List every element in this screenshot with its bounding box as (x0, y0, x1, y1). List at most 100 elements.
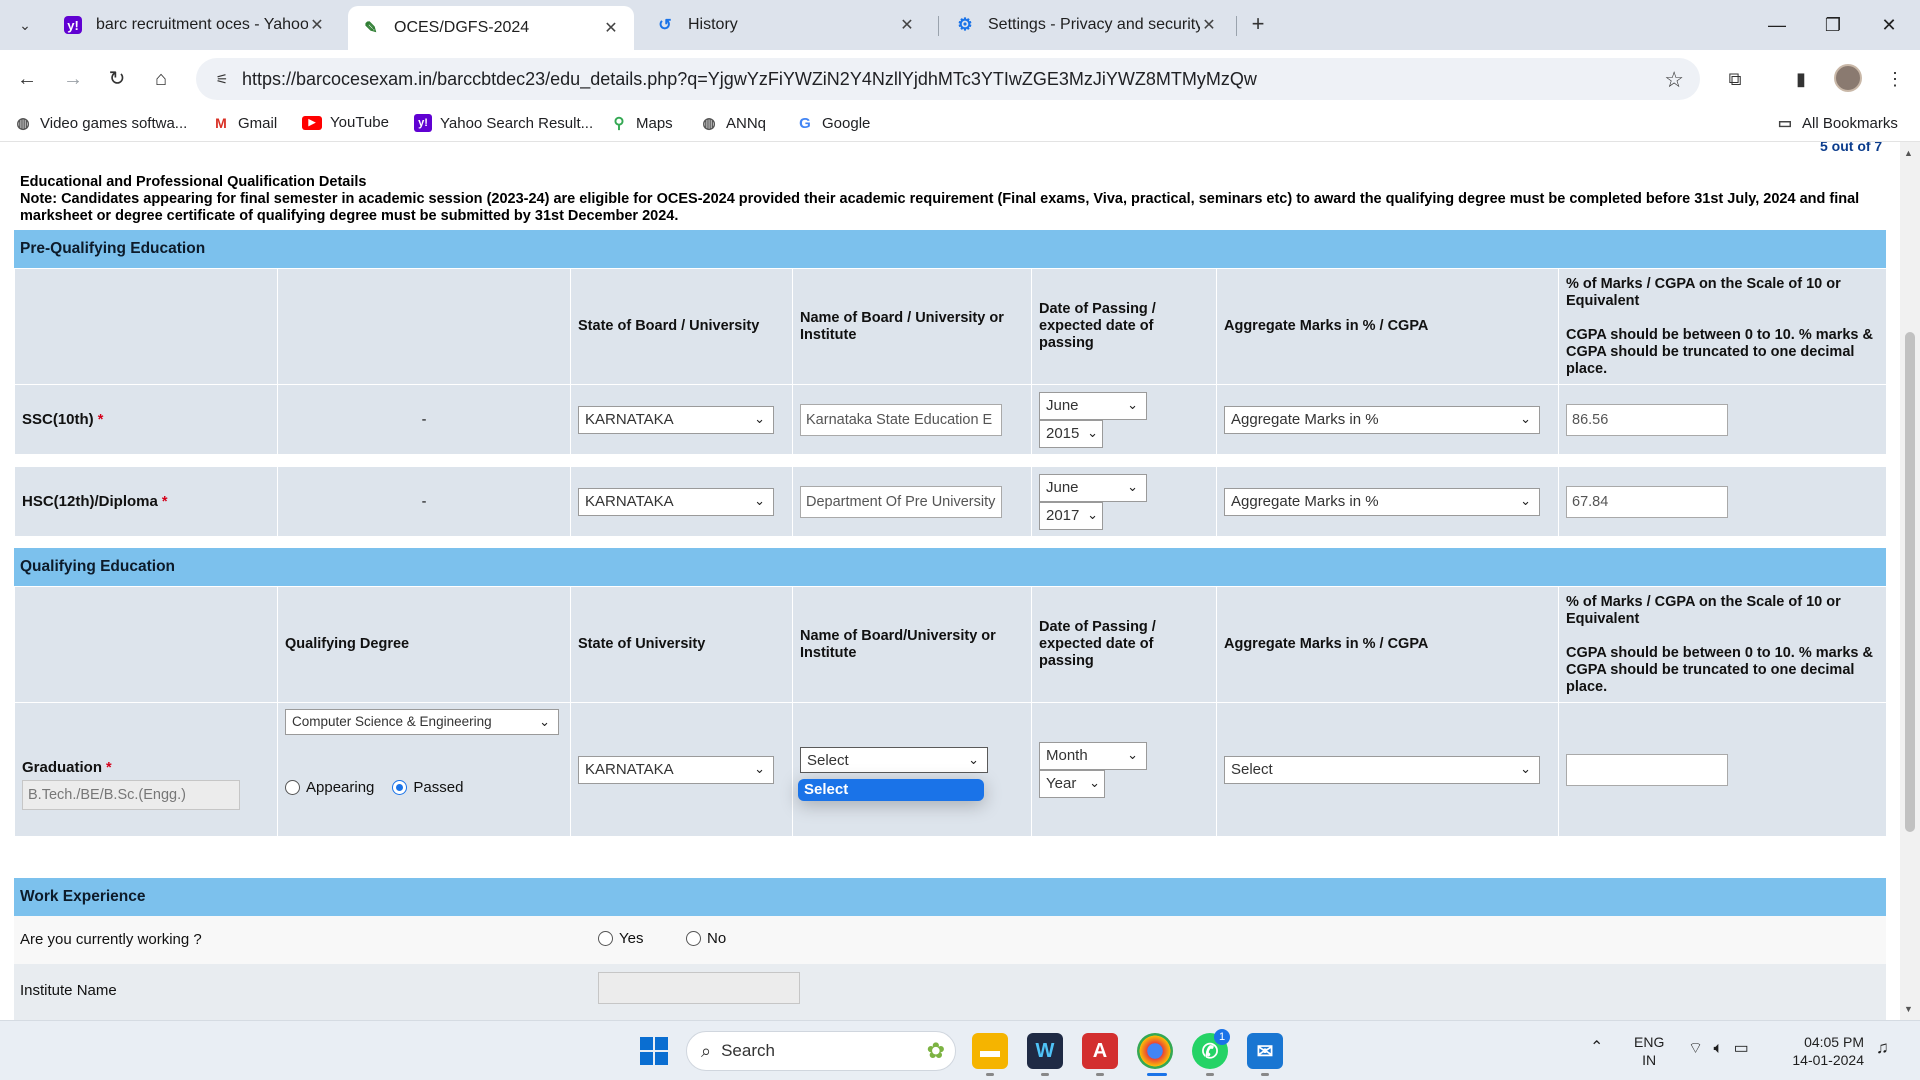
clock[interactable]: 04:05 PM 14-01-2024 (1786, 1033, 1864, 1069)
bookmark-item[interactable]: ▶ YouTube (302, 114, 389, 131)
hsc-board-cell: Department Of Pre University (792, 466, 1032, 537)
acrobat-app[interactable]: A (1082, 1033, 1118, 1069)
bookmark-item[interactable]: y! Yahoo Search Result... (414, 114, 593, 132)
hsc-aggregate-select[interactable]: Aggregate Marks in % ⌄ (1224, 487, 1540, 516)
scroll-up-icon[interactable]: ▲ (1904, 148, 1913, 158)
tab-settings[interactable]: ⚙ Settings - Privacy and security ✕ (942, 6, 1232, 44)
side-panel-button[interactable]: ▮ (1786, 64, 1816, 94)
graduation-marks-input[interactable] (1566, 753, 1728, 786)
address-bar[interactable]: ⚟ https://barcocesexam.in/barccbtdec23/e… (196, 58, 1700, 100)
dropdown-option-select[interactable]: Select (798, 779, 984, 801)
university-name-cell: Select ⌄ (792, 702, 1032, 837)
ssc-marks-input[interactable]: 86.56 (1566, 403, 1728, 436)
show-hidden-icons[interactable]: ⌃ (1590, 1039, 1603, 1057)
hsc-month-select[interactable]: June ⌄ (1039, 473, 1147, 502)
forward-button[interactable]: → (58, 64, 88, 94)
reload-button[interactable]: ↻ (102, 64, 132, 94)
university-state-select[interactable]: KARNATAKA ⌄ (578, 755, 774, 784)
volume-icon: 🔈︎ (1713, 1040, 1724, 1057)
tab-history[interactable]: ↺ History ✕ (642, 6, 930, 44)
new-tab-button[interactable]: + (1244, 11, 1272, 39)
tab-yahoo[interactable]: y! barc recruitment oces - Yahoo I ✕ (50, 6, 340, 44)
profile-avatar[interactable] (1834, 64, 1862, 92)
ssc-state-select[interactable]: KARNATAKA ⌄ (578, 405, 774, 434)
taskbar-search[interactable]: ⌕ Search ✿ (686, 1031, 956, 1071)
wps-app[interactable]: W (1027, 1033, 1063, 1069)
language-indicator[interactable]: ENG IN (1634, 1033, 1664, 1069)
mail-app[interactable]: ✉ (1247, 1033, 1283, 1069)
globe-icon: ◍ (702, 115, 716, 132)
ssc-aggregate-select[interactable]: Aggregate Marks in % ⌄ (1224, 405, 1540, 434)
site-info-icon[interactable]: ⚟ (212, 69, 232, 89)
bookmark-item[interactable]: M Gmail (212, 114, 277, 132)
menu-button[interactable]: ⋮ (1880, 64, 1910, 94)
minimize-button[interactable]: — (1762, 10, 1792, 40)
working-no-radio[interactable]: No (686, 930, 726, 947)
header-state: State of University (570, 586, 793, 703)
back-button[interactable]: ← (12, 64, 42, 94)
ssc-year-select[interactable]: 2015 ⌄ (1039, 419, 1103, 448)
hsc-year-select[interactable]: 2017 ⌄ (1039, 501, 1103, 530)
passed-radio[interactable]: Passed (392, 779, 463, 796)
appearing-radio[interactable]: Appearing (285, 779, 374, 796)
tab-oces[interactable]: ✎ OCES/DGFS-2024 ✕ (348, 6, 634, 50)
graduation-month-select[interactable]: Month ⌄ (1039, 741, 1147, 770)
tab-title: Settings - Privacy and security (988, 16, 1200, 33)
history-icon: ↺ (658, 17, 672, 34)
chevron-down-icon: ⌄ (1087, 506, 1098, 522)
hsc-state-select[interactable]: KARNATAKA ⌄ (578, 487, 774, 516)
tab-title: barc recruitment oces - Yahoo I (96, 16, 308, 33)
restore-button[interactable]: ❐ (1818, 10, 1848, 40)
bookmark-item[interactable]: ◍ ANNq (700, 114, 766, 133)
close-icon[interactable]: ✕ (1200, 15, 1218, 35)
bookmark-item[interactable]: ◍ Video games softwa... (14, 114, 187, 133)
ssc-month-select[interactable]: June ⌄ (1039, 391, 1147, 420)
notifications-button[interactable]: ♫ (1876, 1039, 1889, 1057)
working-yes-radio[interactable]: Yes (598, 930, 643, 947)
ssc-board-input[interactable]: Karnataka State Education E (800, 403, 1002, 436)
eligibility-note: Note: Candidates appearing for final sem… (20, 191, 1860, 224)
close-window-button[interactable]: ✕ (1874, 10, 1904, 40)
system-tray-icons[interactable]: ⌔ 🔈︎ ▭ (1688, 1040, 1749, 1058)
hsc-board-input[interactable]: Department Of Pre University (800, 485, 1002, 518)
scrollbar-thumb[interactable] (1905, 332, 1915, 832)
page-title: Educational and Professional Qualificati… (20, 174, 367, 190)
close-icon[interactable]: ✕ (308, 15, 326, 35)
header-board-name: Name of Board / University or Institute (792, 268, 1032, 385)
tab-search-button[interactable]: ⌄ (12, 12, 38, 38)
app-indicator (1041, 1073, 1049, 1076)
url-text[interactable]: https://barcocesexam.in/barccbtdec23/edu… (242, 69, 1257, 90)
radio-label: Yes (619, 930, 644, 947)
app-indicator (1261, 1073, 1269, 1076)
graduation-aggregate-select[interactable]: Select ⌄ (1224, 755, 1540, 784)
graduation-year-select[interactable]: Year ⌄ (1039, 769, 1105, 798)
hsc-degree: - (277, 466, 571, 537)
header-marks-scale: % of Marks / CGPA on the Scale of 10 or … (1566, 275, 1841, 309)
header-marks: % of Marks / CGPA on the Scale of 10 or … (1558, 586, 1887, 703)
home-button[interactable]: ⌂ (146, 64, 176, 94)
branch-select[interactable]: Computer Science & Engineering ⌄ (285, 709, 559, 735)
header-empty (277, 268, 571, 385)
file-explorer-app[interactable]: ▬ (972, 1033, 1008, 1069)
yahoo-icon: y! (414, 114, 432, 132)
extensions-button[interactable]: ⧉ (1720, 64, 1750, 94)
hsc-marks-input[interactable]: 67.84 (1566, 485, 1728, 518)
youtube-icon: ▶ (302, 115, 322, 130)
chevron-down-icon: ⌄ (1520, 410, 1531, 426)
plus-icon: + (1251, 11, 1265, 36)
star-icon[interactable]: ☆ (1664, 67, 1684, 93)
graduation-marks-cell (1558, 702, 1887, 837)
bookmark-item[interactable]: G Google (796, 114, 870, 132)
university-name-select[interactable]: Select ⌄ (800, 746, 988, 773)
university-state-value: KARNATAKA (585, 760, 674, 778)
bookmark-item[interactable]: ⚲ Maps (610, 114, 673, 133)
start-button[interactable] (636, 1033, 672, 1069)
scroll-down-icon[interactable]: ▼ (1904, 1004, 1913, 1014)
app-indicator (986, 1073, 994, 1076)
search-icon: ⌕ (701, 1040, 712, 1061)
page-scrollbar[interactable]: ▲ ▼ (1900, 142, 1920, 1020)
close-icon[interactable]: ✕ (602, 18, 620, 38)
all-bookmarks-button[interactable]: ▭ All Bookmarks (1776, 114, 1898, 133)
chrome-app[interactable] (1137, 1033, 1173, 1069)
close-icon[interactable]: ✕ (898, 15, 916, 35)
